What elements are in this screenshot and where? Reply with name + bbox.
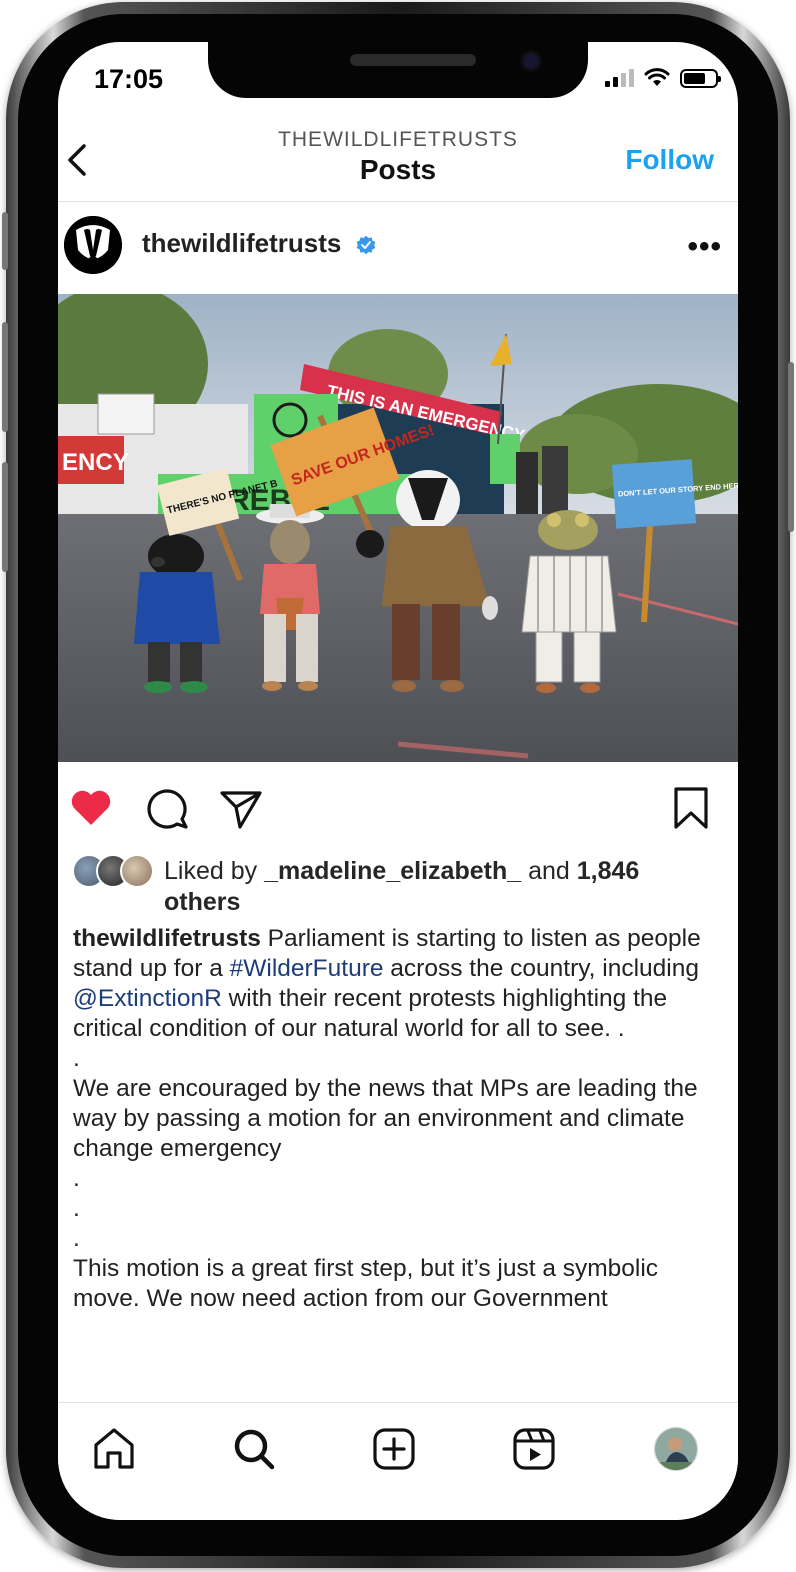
signal-icon bbox=[605, 69, 634, 87]
power-button bbox=[788, 362, 794, 532]
mention-link[interactable]: @ExtinctionR bbox=[73, 985, 222, 1012]
front-camera bbox=[520, 50, 542, 72]
liked-by-text[interactable]: Liked by _madeline_elizabeth_ and 1,846 … bbox=[164, 856, 704, 918]
post-photo-illustration: ENCY THIS IS AN EMERGENCY REBEL THERE'S … bbox=[58, 294, 738, 762]
header: THEWILDLIFETRUSTS Posts Follow bbox=[58, 124, 738, 202]
speaker bbox=[350, 54, 476, 66]
comment-icon[interactable] bbox=[144, 785, 190, 831]
search-icon[interactable] bbox=[230, 1425, 278, 1473]
liked-by: Liked by _madeline_elizabeth_ and 1,846 … bbox=[72, 854, 722, 918]
liked-by-prefix: Liked by bbox=[164, 857, 265, 885]
caption-paragraph-2: We are encouraged by the news that MPs a… bbox=[73, 1075, 698, 1162]
status-icons bbox=[605, 68, 721, 88]
liked-by-avatars bbox=[72, 854, 158, 888]
volume-up-button bbox=[2, 322, 8, 432]
status-time: 17:05 bbox=[94, 64, 164, 94]
heart-icon[interactable] bbox=[68, 785, 114, 831]
caption-text: across the country, including bbox=[383, 955, 699, 982]
mute-switch bbox=[2, 212, 8, 270]
home-icon[interactable] bbox=[90, 1425, 138, 1473]
liked-by-and: and bbox=[521, 857, 577, 885]
photo-side-banner: ENCY bbox=[62, 449, 129, 476]
liked-by-user[interactable]: _madeline_elizabeth_ bbox=[264, 857, 521, 885]
caption-paragraph-3: This motion is a great first step, but i… bbox=[73, 1255, 659, 1312]
post-photo[interactable]: ENCY THIS IS AN EMERGENCY REBEL THERE'S … bbox=[58, 294, 738, 762]
reels-icon[interactable] bbox=[510, 1425, 558, 1473]
post-header: thewildlifetrusts ••• bbox=[58, 202, 738, 294]
wifi-icon bbox=[644, 68, 670, 86]
bottom-nav bbox=[58, 1402, 738, 1520]
hashtag-link[interactable]: #WilderFuture bbox=[230, 955, 384, 982]
follow-button[interactable]: Follow bbox=[625, 144, 714, 176]
plus-square-icon[interactable] bbox=[370, 1425, 418, 1473]
more-icon[interactable]: ••• bbox=[687, 230, 722, 264]
profile-avatar[interactable] bbox=[654, 1427, 698, 1471]
caption-dot: . bbox=[73, 1165, 80, 1192]
screen: 17:05 THEWILDLIFETRUSTS Posts Follow the… bbox=[58, 42, 738, 1520]
caption-dot: . bbox=[73, 1225, 80, 1252]
caption-username[interactable]: thewildlifetrusts bbox=[73, 925, 261, 952]
volume-down-button bbox=[2, 462, 8, 572]
badger-logo-avatar[interactable] bbox=[64, 216, 122, 274]
caption-dot: . bbox=[73, 1045, 80, 1072]
liked-avatar[interactable] bbox=[120, 854, 154, 888]
caption-dot: . bbox=[73, 1195, 80, 1222]
notch bbox=[208, 42, 588, 98]
bookmark-icon[interactable] bbox=[668, 785, 714, 831]
share-icon[interactable] bbox=[218, 785, 264, 831]
post-actions bbox=[58, 777, 738, 837]
verified-badge-icon bbox=[356, 235, 376, 255]
post-caption: thewildlifetrusts Parliament is starting… bbox=[73, 924, 728, 1314]
post-username[interactable]: thewildlifetrusts bbox=[142, 228, 341, 259]
battery-icon bbox=[680, 68, 721, 88]
caption-paragraph-1: thewildlifetrusts Parliament is starting… bbox=[73, 924, 728, 1044]
